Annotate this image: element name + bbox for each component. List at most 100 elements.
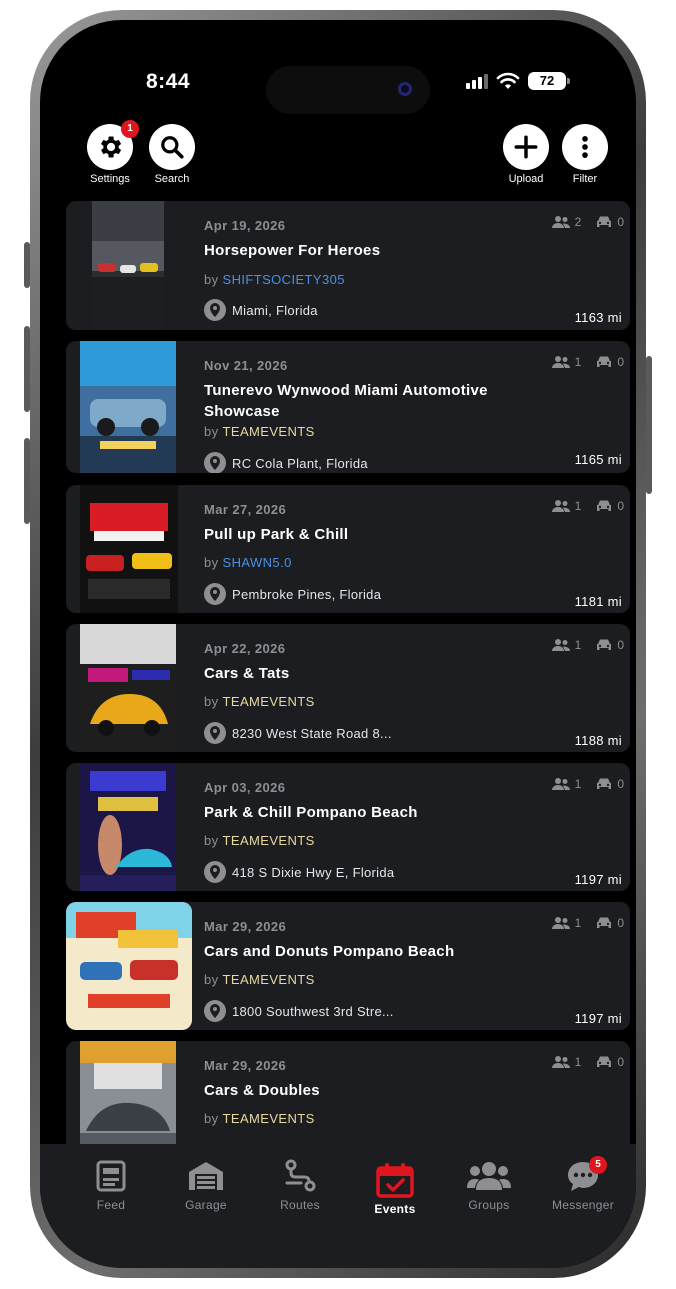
event-thumbnail [80, 763, 176, 891]
event-organizer: by TEAMEVENTS [204, 424, 315, 439]
event-title: Horsepower For Heroes [204, 242, 381, 259]
event-counts: 1 0 [551, 355, 624, 369]
event-distance: 1181 mi [574, 594, 622, 609]
location-pin-icon [204, 1000, 226, 1022]
event-card[interactable]: Apr 03, 2026 Park & Chill Pompano Beach … [66, 763, 630, 891]
search-icon [161, 136, 184, 159]
event-date: Mar 29, 2026 [204, 919, 287, 934]
event-thumbnail [80, 341, 176, 473]
event-distance: 1165 mi [574, 452, 622, 467]
car-icon [597, 917, 612, 928]
attendee-count: 1 [574, 638, 582, 652]
messenger-badge: 5 [589, 1156, 607, 1174]
feed-icon [96, 1160, 126, 1192]
event-thumbnail [80, 1041, 176, 1144]
bottom-tab-bar: Feed Garage Routes Events Groups 5 Messe… [40, 1144, 636, 1268]
organizer-username[interactable]: TEAMEVENTS [223, 1111, 315, 1126]
car-count: 0 [617, 215, 624, 229]
event-card[interactable]: Mar 29, 2026 Cars & Doubles by TEAMEVENTS… [66, 1041, 630, 1144]
filter-label: Filter [572, 173, 598, 185]
event-card[interactable]: Mar 27, 2026 Pull up Park & Chill by SHAW… [66, 485, 630, 613]
organizer-username[interactable]: SHAWN5.0 [223, 555, 292, 570]
wifi-icon [496, 72, 520, 89]
car-count: 0 [617, 355, 624, 369]
event-date: Apr 19, 2026 [204, 218, 286, 233]
tab-label: Events [374, 1202, 416, 1216]
event-thumbnail [66, 902, 192, 1030]
event-title: Tunerevo Wynwood Miami Automotive Showca… [204, 382, 488, 420]
event-distance: 1188 mi [574, 733, 622, 748]
people-icon [551, 216, 570, 228]
car-icon [597, 356, 612, 367]
people-icon [551, 917, 570, 929]
dynamic-island [266, 66, 430, 114]
event-location: Miami, Florida [204, 299, 318, 321]
event-organizer: by SHIFTSOCIETY305 [204, 272, 345, 287]
car-count: 0 [617, 777, 624, 791]
attendee-count: 2 [574, 215, 582, 229]
search-label: Search [154, 173, 190, 185]
event-date: Mar 27, 2026 [204, 502, 287, 517]
battery-indicator: 72 [528, 72, 570, 90]
event-counts: 2 0 [551, 215, 624, 229]
settings-button[interactable]: 1 Settings [86, 120, 139, 185]
attendee-count: 1 [574, 1055, 582, 1069]
event-date: Nov 21, 2026 [204, 358, 288, 373]
car-icon [597, 639, 612, 650]
attendee-count: 1 [574, 355, 582, 369]
upload-button[interactable]: Upload [502, 124, 550, 185]
status-time: 8:44 [146, 70, 191, 93]
tab-routes[interactable]: Routes [260, 1158, 340, 1212]
phone-frame: 8:44 72 1 Settings Search Upload Filter … [30, 10, 646, 1278]
tab-events[interactable]: Events [355, 1162, 435, 1216]
event-distance: 1197 mi [574, 872, 622, 887]
car-count: 0 [617, 499, 624, 513]
filter-button[interactable]: Filter [561, 124, 609, 185]
event-date: Mar 29, 2026 [204, 1058, 287, 1073]
people-icon [551, 639, 570, 651]
event-card[interactable]: Nov 21, 2026 Tunerevo Wynwood Miami Auto… [66, 341, 630, 473]
settings-notification-badge: 1 [121, 120, 139, 138]
event-card[interactable]: Mar 29, 2026 Cars and Donuts Pompano Bea… [66, 902, 630, 1030]
attendee-count: 1 [574, 916, 582, 930]
event-location: RC Cola Plant, Florida [204, 452, 368, 473]
organizer-username[interactable]: TEAMEVENTS [223, 972, 315, 987]
tab-messenger[interactable]: 5 Messenger [543, 1156, 623, 1212]
event-title: Park & Chill Pompano Beach [204, 804, 418, 821]
event-card[interactable]: Apr 19, 2026 Horsepower For Heroes by SHI… [66, 201, 630, 330]
location-pin-icon [204, 452, 226, 473]
event-thumbnail [80, 624, 176, 752]
camera-icon [398, 82, 412, 96]
car-count: 0 [617, 638, 624, 652]
tab-label: Routes [280, 1198, 320, 1212]
upload-label: Upload [508, 173, 544, 185]
event-counts: 1 0 [551, 638, 624, 652]
organizer-username[interactable]: TEAMEVENTS [223, 694, 315, 709]
tab-label: Garage [185, 1198, 227, 1212]
organizer-username[interactable]: TEAMEVENTS [223, 424, 315, 439]
event-date: Apr 03, 2026 [204, 780, 286, 795]
tab-groups[interactable]: Groups [449, 1158, 529, 1212]
people-icon [551, 1056, 570, 1068]
location-pin-icon [204, 299, 226, 321]
tab-garage[interactable]: Garage [166, 1158, 246, 1212]
tab-label: Groups [468, 1198, 510, 1212]
event-thumbnail [80, 485, 178, 613]
organizer-username[interactable]: SHIFTSOCIETY305 [223, 272, 345, 287]
search-button[interactable]: Search [148, 124, 196, 185]
attendee-count: 1 [574, 777, 582, 791]
car-icon [597, 778, 612, 789]
event-organizer: by TEAMEVENTS [204, 694, 315, 709]
event-title: Pull up Park & Chill [204, 526, 349, 543]
tab-feed[interactable]: Feed [71, 1158, 151, 1212]
gear-icon [101, 136, 122, 158]
tab-label: Messenger [551, 1198, 615, 1212]
power-button[interactable] [646, 356, 652, 494]
event-organizer: by TEAMEVENTS [204, 1111, 315, 1126]
event-counts: 1 0 [551, 1055, 624, 1069]
event-distance: 1197 mi [574, 1011, 622, 1026]
event-location: Pembroke Pines, Florida [204, 583, 381, 605]
event-card[interactable]: Apr 22, 2026 Cars & Tats by TEAMEVENTS 82… [66, 624, 630, 752]
organizer-username[interactable]: TEAMEVENTS [223, 833, 315, 848]
event-title: Cars & Doubles [204, 1082, 320, 1099]
